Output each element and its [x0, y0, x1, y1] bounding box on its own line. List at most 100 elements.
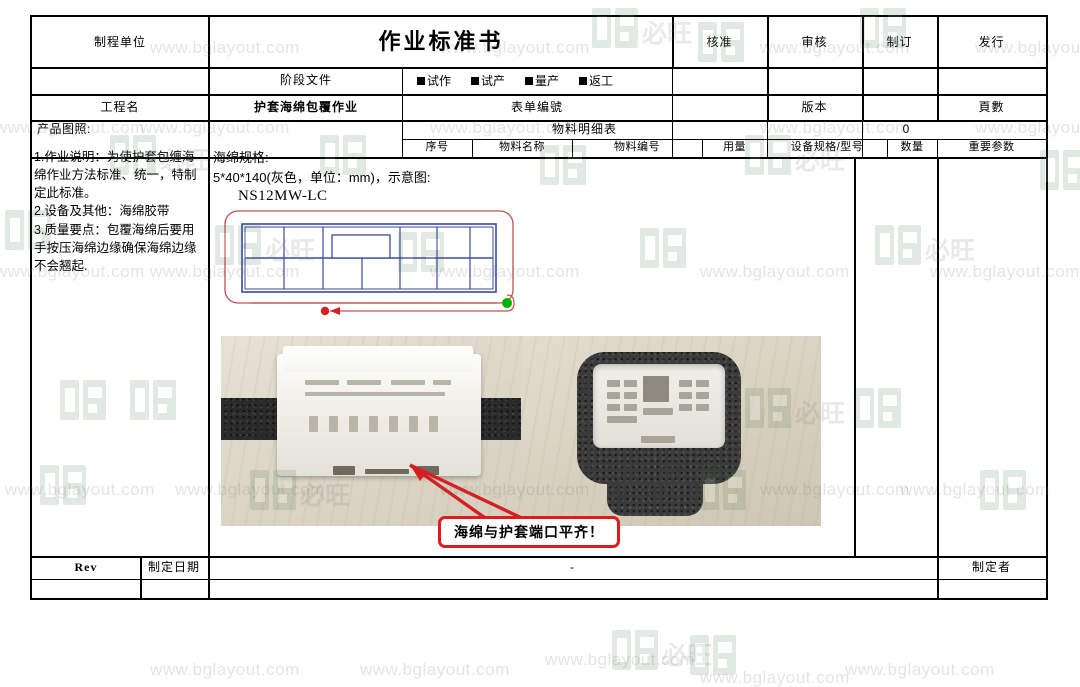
- form-no-label: 表单编號: [510, 99, 563, 114]
- rule-v-body-mid: [854, 157, 856, 556]
- connector-vent-slot: [433, 380, 451, 385]
- connector-terminal-rib: [389, 416, 398, 432]
- footer-author-value[interactable]: [937, 579, 1046, 600]
- process-name-label: 工程名: [100, 99, 140, 114]
- process-unit-label: 制程单位: [93, 34, 146, 49]
- connector-seam-line: [305, 392, 445, 396]
- document-page: 制程单位 作业标准书 核准 审核 制订 发行 阶段文件 试作 试产 量产 返工: [0, 0, 1080, 687]
- footer-center-value: -: [570, 560, 575, 574]
- connector-vent-slot: [305, 380, 339, 385]
- process-name-value[interactable]: 护套海绵包覆作业: [210, 94, 402, 120]
- connector-vent-slot: [347, 380, 381, 385]
- approval-col-label-3: 发行: [978, 34, 1005, 49]
- approval-col-label-1: 审核: [801, 34, 828, 49]
- version-label: 版本: [801, 99, 828, 114]
- terminal-cavity: [643, 408, 673, 415]
- approval-value-3[interactable]: [937, 67, 1046, 94]
- terminal-cavity: [696, 404, 709, 411]
- sponge-spec-label: 海绵规格:: [213, 150, 269, 165]
- sponge-spec-value: 5*40*140(灰色，单位：mm)，示意图:: [213, 169, 431, 185]
- schematic-arrow-dot: [320, 306, 330, 316]
- rule-v-body-left: [208, 157, 210, 556]
- instruction-line-1: 1.作业说明：为使护套包缠海绵作业方法标准、统一，特制定此标准。: [34, 150, 197, 201]
- instruction-line-2: 2.设备及其他：海绵胶带: [34, 204, 170, 219]
- connector-terminal-rib: [349, 416, 358, 432]
- connector-terminal-rib: [409, 416, 418, 432]
- checkbox-box-icon: [525, 76, 534, 85]
- watermark-url-text: www.bglayout.com: [150, 660, 300, 679]
- terminal-cavity: [607, 392, 620, 399]
- approval-value-2[interactable]: [862, 67, 937, 94]
- checkbox-rework[interactable]: 返工: [579, 72, 613, 89]
- photo-connector-front-view: [521, 336, 821, 526]
- connector-terminal-rib: [369, 416, 378, 432]
- checkbox-label: 试产: [481, 74, 506, 88]
- checkbox-mass-production[interactable]: 量产: [525, 72, 559, 89]
- pages-label: 頁數: [978, 99, 1005, 114]
- connector-center-key: [643, 376, 669, 402]
- connector-terminal-rib: [429, 416, 438, 432]
- bom-col-5: 数量: [900, 141, 924, 154]
- terminal-cavity: [624, 380, 637, 387]
- footer-rev-value[interactable]: [32, 579, 140, 600]
- bom-count: 0: [902, 122, 911, 136]
- terminal-cavity: [607, 380, 620, 387]
- connector-top-face: [283, 346, 473, 372]
- bom-col-6: 重要参数: [968, 141, 1015, 154]
- rule-v-body-right: [937, 157, 939, 556]
- checkbox-label: 量产: [535, 74, 560, 88]
- instruction-line-3: 3.质量要点：包覆海绵后要用手按压海绵边缘确保海绵边缘不会翘起.: [34, 222, 197, 273]
- work-instructions-text: 1.作业说明：为使护套包缠海绵作业方法标准、统一，特制定此标准。 2.设备及其他…: [34, 148, 206, 275]
- watermark-url-text: www.bglayout.com: [545, 650, 695, 669]
- connector-bottom-notch: [333, 466, 355, 475]
- terminal-cavity: [679, 392, 692, 399]
- connector-terminal-rib: [329, 416, 338, 432]
- footer-date-value[interactable]: [140, 579, 208, 600]
- bom-col-3: 用量: [723, 141, 746, 154]
- approval-col-label-0: 核准: [706, 34, 733, 49]
- terminal-cavity: [696, 392, 709, 399]
- terminal-cavity: [607, 404, 620, 411]
- schematic-key-slot: [331, 234, 391, 259]
- footer-date-label: 制定日期: [147, 560, 200, 574]
- callout-arrow-line-1: [409, 463, 529, 523]
- checkbox-trial-build[interactable]: 试作: [417, 72, 451, 89]
- approval-value-0[interactable]: [672, 67, 767, 94]
- callout-box: 海绵与护套端口平齐！: [438, 516, 620, 548]
- sponge-spec-block: 海绵规格: 5*40*140(灰色，单位：mm)，示意图:: [213, 148, 430, 187]
- version-value[interactable]: [862, 94, 937, 120]
- footer-rev-label: Rev: [74, 560, 98, 574]
- terminal-cavity: [679, 404, 692, 411]
- bom-col-1: 物料名称: [499, 141, 545, 154]
- schematic-arrow-head: [330, 307, 340, 315]
- checkbox-pilot-run[interactable]: 试产: [471, 72, 505, 89]
- stage-file-label: 阶段文件: [279, 73, 332, 87]
- connector-terminal-rib: [309, 416, 318, 432]
- bom-col-2: 物料编号: [614, 141, 660, 154]
- schematic-start-dot: [502, 298, 512, 308]
- terminal-cavity: [696, 380, 709, 387]
- product-photo-label: 产品图照:: [37, 122, 91, 136]
- checkbox-label: 试作: [427, 74, 452, 88]
- approval-value-1[interactable]: [767, 67, 862, 94]
- terminal-cavity: [679, 380, 692, 387]
- sponge-wrap-schematic: [222, 207, 522, 327]
- checkbox-label: 返工: [589, 74, 614, 88]
- watermark-logo-icon: [612, 630, 658, 670]
- build-stage-checkbox-group[interactable]: 试作 试产 量产 返工: [417, 67, 613, 94]
- watermark-url-text: www.bglayout.com: [360, 660, 510, 679]
- connector-latch: [641, 436, 675, 443]
- checkbox-box-icon: [579, 76, 588, 85]
- checkbox-box-icon: [417, 76, 425, 85]
- connector-vent-slot: [391, 380, 425, 385]
- schematic-svg: [224, 210, 515, 316]
- terminal-cavity: [624, 392, 637, 399]
- checkbox-box-icon: [471, 76, 480, 85]
- watermark-url-text: www.bglayout.com: [700, 668, 850, 687]
- part-number-label: NS12MW-LC: [238, 188, 328, 204]
- form-no-value[interactable]: [672, 94, 767, 120]
- terminal-cavity: [607, 416, 637, 423]
- approval-col-label-2: 制订: [886, 34, 913, 49]
- watermark-url-text: www.bglayout.com: [845, 660, 995, 679]
- watermark-logo-icon: [690, 635, 736, 675]
